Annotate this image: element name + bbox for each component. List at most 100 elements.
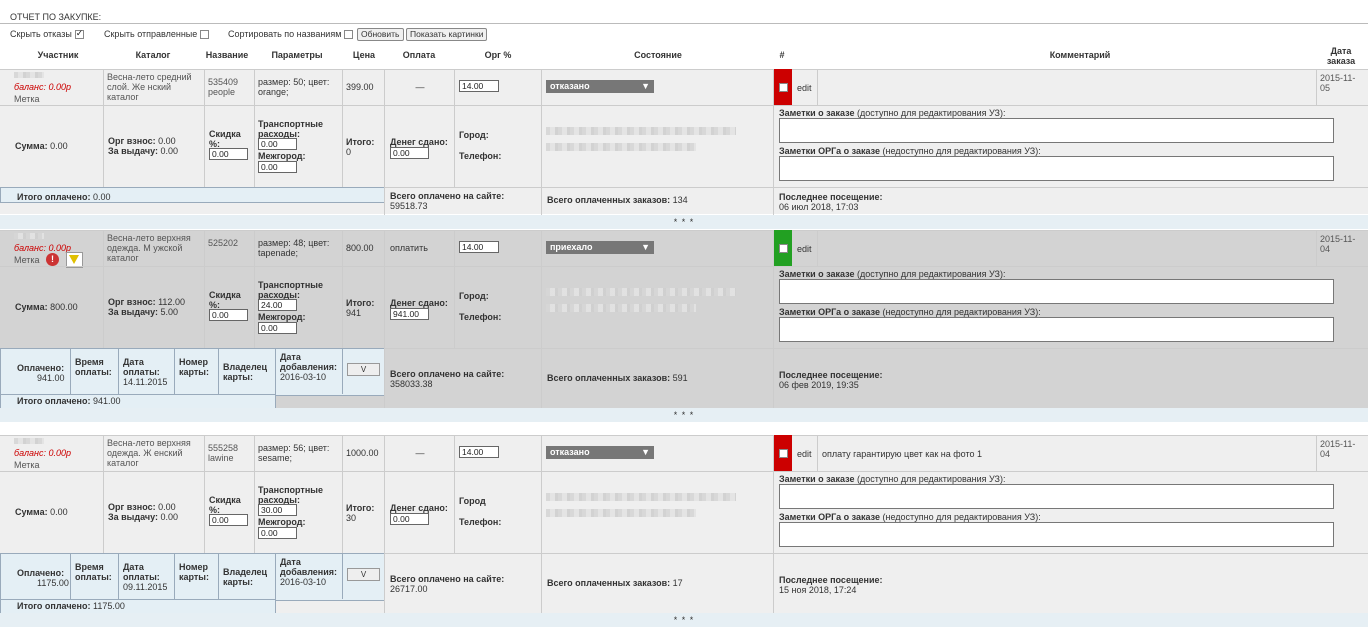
state-select[interactable]: отказано ▼ <box>546 446 654 459</box>
divider <box>541 553 542 613</box>
divider <box>384 187 385 215</box>
hide-sent-checkbox[interactable] <box>200 29 210 39</box>
item-params: размер: 50; цвет: orange; <box>258 77 330 97</box>
transport-input[interactable]: 30.00 <box>258 504 297 516</box>
divider <box>103 230 104 266</box>
col-catalog: Каталог <box>135 50 171 60</box>
order-top-border <box>0 69 1368 70</box>
divider <box>204 230 205 266</box>
divider <box>103 69 104 105</box>
divider <box>342 553 343 599</box>
divider <box>342 69 343 105</box>
hide-refusals-checkbox[interactable] <box>74 28 84 39</box>
intercity-input[interactable]: 0.00 <box>258 161 297 173</box>
total-paid-label: Итого оплачено: <box>17 396 91 406</box>
pay-time-label: Время оплаты: <box>75 357 112 377</box>
last-visit-label: Последнее посещение: <box>779 192 883 202</box>
total-value: 941 <box>346 308 362 318</box>
state-value: отказано <box>550 81 590 91</box>
intercity-input[interactable]: 0.00 <box>258 527 297 539</box>
paid-orders-value: 134 <box>672 195 688 205</box>
sort-by-name-control[interactable]: Сортировать по названиям <box>228 29 354 39</box>
org-fee-row: Орг взнос: 0.00 <box>108 136 176 146</box>
org-fee-value: 112.00 <box>158 297 185 307</box>
order-date-line2: 05 <box>1320 83 1331 93</box>
divider <box>254 230 255 266</box>
state-select[interactable]: отказано ▼ <box>546 80 654 93</box>
catalog-text: Весна-лето верхняя одежда. М ужской ката… <box>107 233 191 263</box>
divider <box>218 348 219 394</box>
participant-balance: баланс: 0.00р <box>14 243 71 253</box>
paid-orders-row: Всего оплаченных заказов: 17 <box>547 578 683 588</box>
discount-input[interactable]: 0.00 <box>209 514 248 526</box>
edit-link[interactable]: edit <box>797 449 812 459</box>
for-issue-row: За выдачу: 0.00 <box>108 512 178 522</box>
participant-name-blurred <box>14 438 44 444</box>
notes-title: Заметки о заказе <box>779 269 855 279</box>
transport-input[interactable]: 0.00 <box>258 138 297 150</box>
sum-row: Сумма: 800.00 <box>15 302 78 312</box>
notes-textarea[interactable] <box>779 279 1334 304</box>
item-code: 535409 <box>208 77 239 87</box>
divider <box>384 105 385 187</box>
dropdown-arrow-icon: ▼ <box>641 447 650 457</box>
payment-status[interactable]: оплатить <box>390 243 450 253</box>
balance-label: баланс: <box>14 448 47 458</box>
paid-value: 1175.00 <box>37 578 69 588</box>
money-given-input[interactable]: 0.00 <box>390 513 429 525</box>
edit-link[interactable]: edit <box>797 244 812 254</box>
divider <box>70 553 71 599</box>
divider <box>254 471 255 553</box>
item-params: размер: 56; цвет: sesame; <box>258 443 330 463</box>
item-params: размер: 48; цвет: tapenade; <box>258 238 330 258</box>
org-notes-header: Заметки ОРГа о заказе (недоступно для ре… <box>779 146 1041 156</box>
divider <box>454 266 455 348</box>
org-notes-hint: (недоступно для редактирования УЗ): <box>882 307 1041 317</box>
confirm-payment-button[interactable]: V <box>347 568 380 581</box>
discount-input[interactable]: 0.00 <box>209 309 248 321</box>
state-select[interactable]: приехало ▼ <box>546 241 654 254</box>
notes-header: Заметки о заказе (доступно для редактиро… <box>779 269 1005 279</box>
item-name: lawine <box>208 453 234 463</box>
site-paid-value: 26717.00 <box>390 584 428 594</box>
confirm-payment-button[interactable]: V <box>347 363 380 376</box>
money-given-input[interactable]: 941.00 <box>390 308 429 320</box>
org-notes-textarea[interactable] <box>779 156 1334 181</box>
phone-value-blurred <box>546 509 696 517</box>
order-select-checkbox[interactable] <box>779 449 788 458</box>
total-paid-label: Итого оплачено: <box>17 601 91 611</box>
intercity-input[interactable]: 0.00 <box>258 322 297 334</box>
total-paid-row: Итого оплачено: 1175.00 <box>17 601 125 611</box>
discount-input[interactable]: 0.00 <box>209 148 248 160</box>
notes-textarea[interactable] <box>779 118 1334 143</box>
notes-textarea[interactable] <box>779 484 1334 509</box>
edit-link[interactable]: edit <box>797 83 812 93</box>
transport-label: Транспортные расходы: <box>258 280 323 300</box>
org-percent-input[interactable]: 14.00 <box>459 80 499 92</box>
show-images-button[interactable]: Показать картинки <box>406 28 488 41</box>
money-given-input[interactable]: 0.00 <box>390 147 429 159</box>
sort-by-name-checkbox[interactable] <box>344 29 354 39</box>
payment-status: — <box>415 82 425 92</box>
warning-icon: ! <box>46 253 59 266</box>
city-label: Город: <box>459 130 489 140</box>
hide-sent-control[interactable]: Скрыть отправленные <box>104 29 210 39</box>
org-percent-input[interactable]: 14.00 <box>459 241 499 253</box>
last-visit-label: Последнее посещение: <box>779 370 883 380</box>
org-percent-input[interactable]: 14.00 <box>459 446 499 458</box>
sum-row: Сумма: 0.00 <box>15 141 68 151</box>
org-notes-textarea[interactable] <box>779 522 1334 547</box>
hide-refusals-control[interactable]: Скрыть отказы <box>10 28 84 39</box>
transport-input[interactable]: 24.00 <box>258 299 297 311</box>
for-issue-value: 5.00 <box>160 307 179 317</box>
total-label: Итого: <box>346 298 375 308</box>
balance-value: 0.00р <box>48 82 72 92</box>
refresh-button[interactable]: Обновить <box>357 28 404 41</box>
sum-value: 800.00 <box>50 302 78 312</box>
org-notes-header: Заметки ОРГа о заказе (недоступно для ре… <box>779 307 1041 317</box>
org-notes-textarea[interactable] <box>779 317 1334 342</box>
item-code: 525202 <box>208 238 239 248</box>
order-select-checkbox[interactable] <box>779 244 788 253</box>
order-select-checkbox[interactable] <box>779 83 788 92</box>
org-fee-row: Орг взнос: 0.00 <box>108 502 176 512</box>
